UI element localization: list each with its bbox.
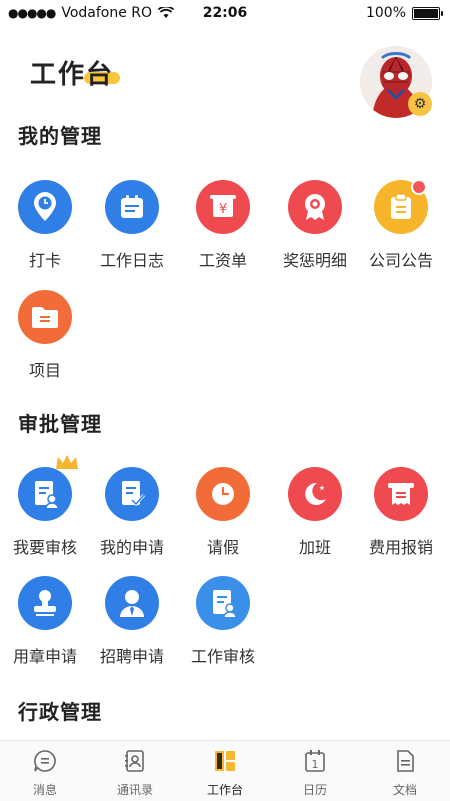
grid-item-payslip[interactable]: ¥ 工资单	[178, 180, 268, 271]
receipt-icon	[374, 467, 428, 521]
tab-calendar[interactable]: 1 日历	[270, 741, 360, 801]
grid-item-label: 工资单	[198, 251, 247, 270]
tab-label: 文档	[392, 783, 417, 797]
grid-item-work-review[interactable]: 工作审核	[178, 576, 268, 667]
grid-item-overtime[interactable]: 加班	[270, 467, 360, 558]
grid-item-my-review[interactable]: 我要审核	[0, 455, 90, 558]
grid-item-label: 请假	[206, 538, 239, 557]
grid-item-label: 加班	[298, 538, 331, 557]
grid-item-label: 奖惩明细	[282, 251, 347, 270]
calendar-day-number: 1	[312, 758, 319, 771]
tab-label: 消息	[32, 783, 57, 797]
clock-icon	[196, 467, 250, 521]
contacts-icon	[125, 750, 144, 772]
grid-item-clock-in[interactable]: 打卡	[0, 180, 90, 271]
tab-workbench[interactable]: 工作台	[180, 741, 270, 801]
status-bar: ●●●●● Vodafone RO 22:06 100%	[0, 0, 450, 28]
grid-item-project[interactable]: 项目	[0, 290, 90, 381]
calendar-day-icon: 1	[305, 750, 325, 772]
document-user-icon	[18, 455, 78, 521]
tab-documents[interactable]: 文档	[360, 741, 450, 801]
document-icon	[397, 750, 414, 772]
battery-icon	[412, 6, 443, 20]
grid-item-label: 用章申请	[12, 647, 77, 666]
stamp-icon	[18, 576, 72, 630]
grid-item-work-log[interactable]: 工作日志	[87, 180, 177, 271]
grid-item-seal-request[interactable]: 用章申请	[0, 576, 90, 667]
folder-icon	[18, 290, 72, 344]
location-pin-icon	[18, 180, 72, 234]
grid-item-label: 工作日志	[99, 251, 164, 270]
medal-icon	[288, 180, 342, 234]
person-tie-icon	[105, 576, 159, 630]
tab-label: 日历	[302, 783, 327, 797]
grid-item-label: 项目	[28, 361, 61, 380]
grid-item-announcement[interactable]: 公司公告	[356, 179, 446, 271]
svg-text:¥: ¥	[219, 202, 227, 217]
page-title: 工作台	[30, 60, 115, 90]
section-title-approval-management: 审批管理	[18, 412, 102, 436]
tab-contacts[interactable]: 通讯录	[90, 741, 180, 801]
tab-messages[interactable]: 消息	[0, 741, 90, 801]
workbench-icon	[215, 751, 235, 771]
crown-icon	[56, 455, 78, 469]
grid-item-leave[interactable]: 请假	[178, 467, 268, 558]
grid-item-rewards[interactable]: 奖惩明细	[270, 180, 360, 271]
grid-item-label: 工作审核	[190, 647, 255, 666]
settings-gear-icon[interactable]: ⚙	[408, 92, 432, 116]
grid-item-my-application[interactable]: 我的申请	[87, 467, 177, 558]
calendar-icon	[105, 180, 159, 234]
battery-percent: 100%	[365, 5, 406, 21]
notification-dot	[411, 179, 427, 195]
yen-receipt-icon: ¥	[196, 180, 250, 234]
header: 工作台 ⚙	[0, 28, 450, 120]
tab-label: 通讯录	[116, 783, 153, 797]
grid-item-label: 招聘申请	[99, 647, 164, 666]
grid-item-label: 我的申请	[99, 538, 164, 557]
document-user-icon	[196, 576, 250, 630]
grid-item-label: 我要审核	[12, 538, 77, 557]
grid-item-label: 费用报销	[368, 538, 433, 557]
section-title-my-management: 我的管理	[18, 124, 102, 148]
message-icon	[34, 750, 56, 772]
tab-label: 工作台	[206, 783, 243, 797]
section-title-admin-management: 行政管理	[18, 700, 102, 724]
grid-item-recruitment[interactable]: 招聘申请	[87, 576, 177, 667]
grid-item-expense[interactable]: 费用报销	[356, 467, 446, 558]
grid-item-label: 打卡	[28, 251, 61, 270]
moon-icon	[288, 467, 342, 521]
clipboard-icon	[374, 179, 428, 234]
grid-item-label: 公司公告	[368, 251, 433, 270]
tab-bar: 消息 通讯录 工作台 1 日历 文档	[0, 740, 450, 801]
document-check-icon	[105, 467, 159, 521]
